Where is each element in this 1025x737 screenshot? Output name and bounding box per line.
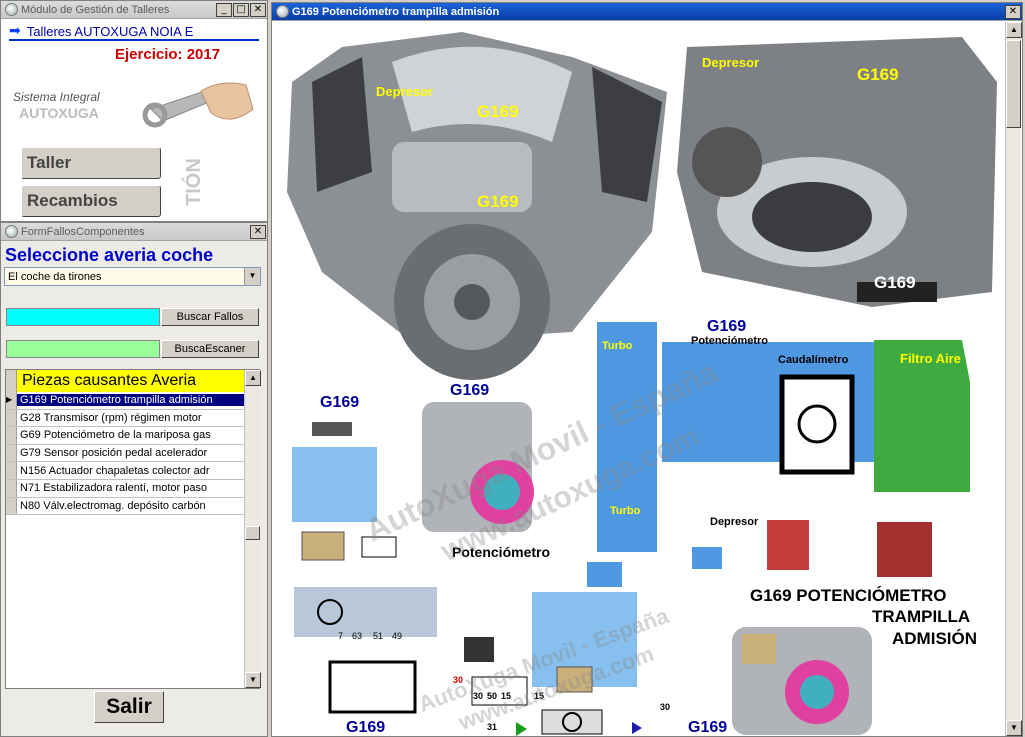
vertical-label: TIÓN [183, 158, 205, 206]
g169-label-2: G169 [477, 192, 519, 211]
row-indicator[interactable] [6, 479, 17, 497]
list-item-label: G169 Potenciómetro trampilla admisión [17, 394, 259, 407]
g169-label-5: G169 [707, 318, 746, 335]
g169-label-3: G169 [857, 65, 899, 84]
row-indicator-icon[interactable]: ▶ [6, 392, 17, 409]
image-scrollbar[interactable]: ▲ ▼ [1005, 22, 1022, 736]
form-icon [5, 225, 18, 238]
recambios-button[interactable]: Recambios [21, 185, 161, 217]
maximize-icon[interactable]: □ [233, 2, 249, 17]
app-icon [5, 3, 18, 16]
form-fallos-title: FormFallosComponentes [21, 225, 145, 238]
pin-63: 63 [352, 631, 362, 641]
g169-label-6: G169 [450, 382, 489, 399]
close-icon[interactable]: ✕ [250, 2, 266, 17]
fuse-30-c: 30 [660, 702, 670, 712]
fault-select[interactable]: El coche da tirones ▼ [4, 267, 261, 286]
row-indicator[interactable] [6, 444, 17, 462]
pin-49: 49 [392, 631, 402, 641]
scroll-down-icon[interactable]: ▼ [245, 672, 261, 688]
caption-line-3: ADMISIÓN [892, 629, 977, 648]
potentiometer-detail [732, 627, 872, 735]
g169-diagram: Depresor G169 G169 Depresor G169 G169 G1… [287, 32, 997, 736]
list-item-label: G79 Sensor posición pedal acelerador [20, 447, 208, 460]
image-window: G169 Potenciómetro trampilla admisión ✕ … [271, 2, 1023, 737]
filtro-label: Filtro Aire [900, 351, 961, 366]
caption-line-1: G169 POTENCIÓMETRO [750, 586, 946, 605]
list-header-label: Piezas causantes Averia [17, 370, 259, 392]
turbo-label-2: Turbo [610, 505, 641, 517]
image-scroll-thumb[interactable] [1006, 40, 1021, 128]
scroll-thumb[interactable] [245, 526, 260, 540]
taller-button[interactable]: Taller [21, 147, 161, 179]
arrow-right-icon: ➡ [9, 23, 21, 39]
parts-listbox[interactable]: Piezas causantes Averia ▶ G169 Potencióme… [5, 369, 260, 689]
list-item[interactable]: G28 Transmisor (rpm) régimen motor [6, 409, 259, 428]
list-item[interactable]: G79 Sensor posición pedal acelerador [6, 444, 259, 463]
list-item-label: N71 Estabilizadora ralentí, motor paso [20, 482, 208, 495]
search-scanner-button[interactable]: BuscaEscaner [161, 340, 259, 358]
image-scroll-down-icon[interactable]: ▼ [1006, 720, 1022, 736]
g169-label-9: G169 [688, 719, 727, 736]
wrench-hand-image [142, 82, 254, 128]
g169-label-4: G169 [874, 273, 916, 292]
g169-label-1: G169 [477, 102, 519, 121]
list-item[interactable]: ▶ G169 Potenciómetro trampilla admisión [6, 392, 259, 410]
pin-7: 7 [338, 631, 343, 641]
depresor-label-3: Depresor [710, 516, 759, 528]
potenciometro-label-1: Potenciómetro [691, 335, 768, 347]
brand-line1: Sistema Integral [13, 90, 100, 104]
brand-line2: AUTOXUGA [19, 105, 99, 121]
form-fallos-titlebar[interactable]: FormFallosComponentes ✕ [1, 223, 267, 241]
main-window-titlebar[interactable]: Módulo de Gestión de Talleres _ □ ✕ [1, 1, 267, 19]
g169-label-8: G169 [346, 719, 385, 736]
scanner-progress-bar [6, 340, 160, 358]
row-indicator[interactable] [6, 497, 17, 515]
exit-button[interactable]: Salir [94, 691, 164, 723]
list-item[interactable]: G69 Potenciómetro de la mariposa gas [6, 427, 259, 445]
image-scroll-up-icon[interactable]: ▲ [1006, 22, 1022, 38]
caption-line-2: TRAMPILLA [872, 607, 970, 626]
main-window: Módulo de Gestión de Talleres _ □ ✕ ➡ Ta… [0, 0, 268, 222]
pin-51: 51 [373, 631, 383, 641]
list-item-label: G28 Transmisor (rpm) régimen motor [20, 411, 202, 424]
fault-select-value: El coche da tirones [8, 270, 102, 283]
shop-bar: ➡ Talleres AUTOXUGA NOIA E [9, 23, 259, 41]
minimize-icon[interactable]: _ [216, 2, 232, 17]
list-item-label: N156 Actuador chapaletas colector adr [20, 464, 210, 477]
throttle-photo [677, 37, 997, 307]
list-item[interactable]: N71 Estabilizadora ralentí, motor paso [6, 479, 259, 498]
shop-name: Talleres AUTOXUGA NOIA E [26, 23, 194, 39]
search-faults-button[interactable]: Buscar Fallos [161, 308, 259, 326]
row-indicator[interactable] [6, 427, 17, 444]
caudalimetro-label: Caudalímetro [778, 354, 849, 366]
form-heading: Seleccione averia coche [5, 245, 214, 265]
image-window-icon [276, 5, 289, 18]
faults-progress-bar [6, 308, 160, 326]
turbo-label-1: Turbo [602, 340, 633, 352]
list-item[interactable]: N156 Actuador chapaletas colector adr [6, 462, 259, 480]
row-indicator[interactable] [6, 462, 17, 479]
list-header: Piezas causantes Averia [6, 370, 259, 392]
chevron-down-icon[interactable]: ▼ [244, 268, 260, 285]
list-item-label: G69 Potenciómetro de la mariposa gas [20, 429, 211, 442]
depresor-label-2: Depresor [702, 55, 759, 70]
image-window-title: G169 Potenciómetro trampilla admisión [292, 5, 500, 18]
form-fallos-window: FormFallosComponentes ✕ Seleccione averi… [0, 222, 268, 737]
image-window-titlebar[interactable]: G169 Potenciómetro trampilla admisión ✕ [272, 3, 1022, 21]
row-indicator[interactable] [6, 409, 17, 427]
year-label: Ejercicio: 2017 [115, 46, 221, 63]
depresor-label-1: Depresor [376, 84, 433, 99]
main-window-title: Módulo de Gestión de Talleres [21, 3, 170, 16]
g169-label-7: G169 [320, 394, 359, 411]
list-item-label: N80 Válv.electromag. depósito carbón [20, 499, 206, 512]
list-item[interactable]: N80 Válv.electromag. depósito carbón [6, 497, 259, 516]
image-close-icon[interactable]: ✕ [1005, 4, 1021, 19]
scroll-up-icon[interactable]: ▲ [245, 370, 261, 386]
form-close-icon[interactable]: ✕ [250, 224, 266, 239]
list-scrollbar[interactable]: ▲ ▼ [244, 370, 261, 688]
